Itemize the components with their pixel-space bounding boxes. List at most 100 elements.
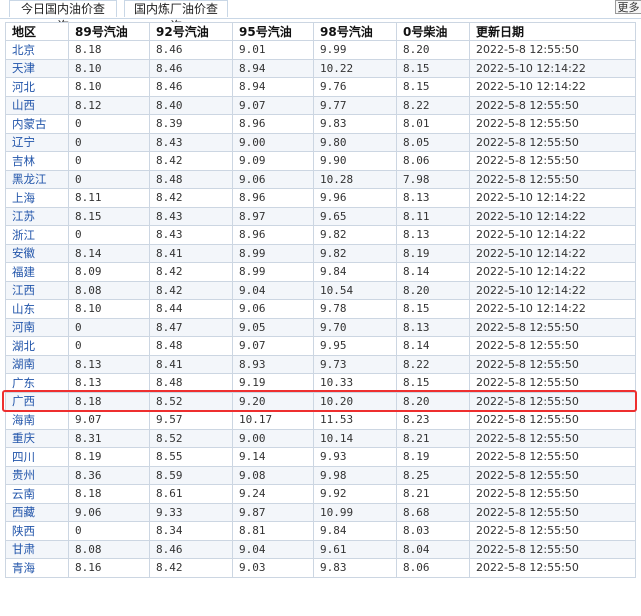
region-cell[interactable]: 陕西 <box>5 521 69 541</box>
region-cell[interactable]: 吉林 <box>5 151 69 171</box>
region-cell[interactable]: 江苏 <box>5 206 69 226</box>
price-89-cell: 8.36 <box>68 465 150 485</box>
price-95-cell: 8.93 <box>232 354 314 374</box>
price-95-cell: 9.00 <box>232 132 314 152</box>
region-cell[interactable]: 湖北 <box>5 336 69 356</box>
region-cell[interactable]: 山东 <box>5 299 69 319</box>
price-92-cell: 8.42 <box>149 262 233 282</box>
region-cell[interactable]: 福建 <box>5 262 69 282</box>
region-cell[interactable]: 山西 <box>5 95 69 115</box>
price-diesel-cell: 8.19 <box>396 447 470 467</box>
price-diesel-cell: 8.15 <box>396 373 470 393</box>
price-92-cell: 8.43 <box>149 206 233 226</box>
region-cell[interactable]: 天津 <box>5 58 69 78</box>
price-98-cell: 10.54 <box>313 280 397 300</box>
price-98-cell: 9.92 <box>313 484 397 504</box>
region-cell[interactable]: 河北 <box>5 77 69 97</box>
price-92-cell: 8.48 <box>149 169 233 189</box>
table-row: 湖北 0 8.48 9.07 9.95 8.14 2022-5-8 12:55:50 <box>5 336 636 356</box>
price-diesel-cell: 8.68 <box>396 502 470 522</box>
price-95-cell: 8.96 <box>232 188 314 208</box>
price-92-cell: 8.55 <box>149 447 233 467</box>
price-89-cell: 8.14 <box>68 243 150 263</box>
tab-domestic-oil-price[interactable]: 今日国内油价查询 <box>9 0 117 33</box>
price-diesel-cell: 8.13 <box>396 225 470 245</box>
region-cell[interactable]: 四川 <box>5 447 69 467</box>
region-cell[interactable]: 北京 <box>5 40 69 60</box>
price-92-cell: 8.42 <box>149 280 233 300</box>
price-92-cell: 8.41 <box>149 354 233 374</box>
price-92-cell: 8.43 <box>149 225 233 245</box>
price-diesel-cell: 8.22 <box>396 354 470 374</box>
price-95-cell: 9.19 <box>232 373 314 393</box>
price-89-cell: 8.08 <box>68 539 150 559</box>
region-cell[interactable]: 江西 <box>5 280 69 300</box>
tab-refinery-oil-price[interactable]: 国内炼厂油价查询 <box>124 0 228 33</box>
table-row: 江苏 8.15 8.43 8.97 9.65 8.11 2022-5-10 12:14:22 <box>5 206 636 226</box>
price-92-cell: 8.46 <box>149 77 233 97</box>
update-date-cell: 2022-5-8 12:55:50 <box>469 336 636 356</box>
price-95-cell: 8.96 <box>232 225 314 245</box>
price-89-cell: 8.08 <box>68 280 150 300</box>
price-92-cell: 8.52 <box>149 391 233 411</box>
price-92-cell: 8.34 <box>149 521 233 541</box>
update-date-cell: 2022-5-8 12:55:50 <box>469 558 636 578</box>
region-cell[interactable]: 黑龙江 <box>5 169 69 189</box>
price-diesel-cell: 8.06 <box>396 151 470 171</box>
region-cell[interactable]: 广西 <box>5 391 69 411</box>
table-row: 山西 8.12 8.40 9.07 9.77 8.22 2022-5-8 12:55:50 <box>5 95 636 115</box>
price-98-cell: 11.53 <box>313 410 397 430</box>
price-89-cell: 0 <box>68 114 150 134</box>
region-cell[interactable]: 西藏 <box>5 502 69 522</box>
region-cell[interactable]: 云南 <box>5 484 69 504</box>
price-98-cell: 9.98 <box>313 465 397 485</box>
price-95-cell: 9.14 <box>232 447 314 467</box>
price-95-cell: 9.03 <box>232 558 314 578</box>
price-95-cell: 8.99 <box>232 243 314 263</box>
more-link[interactable]: 更多 <box>615 0 641 14</box>
price-98-cell: 9.96 <box>313 188 397 208</box>
price-98-cell: 9.93 <box>313 447 397 467</box>
region-cell[interactable]: 上海 <box>5 188 69 208</box>
region-cell[interactable]: 湖南 <box>5 354 69 374</box>
region-cell[interactable]: 安徽 <box>5 243 69 263</box>
update-date-cell: 2022-5-8 12:55:50 <box>469 539 636 559</box>
table-row: 广东 8.13 8.48 9.19 10.33 8.15 2022-5-8 12:55:50 <box>5 373 636 393</box>
price-95-cell: 8.94 <box>232 58 314 78</box>
price-diesel-cell: 8.20 <box>396 391 470 411</box>
update-date-cell: 2022-5-10 12:14:22 <box>469 280 636 300</box>
region-cell[interactable]: 贵州 <box>5 465 69 485</box>
price-diesel-cell: 8.14 <box>396 336 470 356</box>
price-diesel-cell: 8.01 <box>396 114 470 134</box>
update-date-cell: 2022-5-8 12:55:50 <box>469 465 636 485</box>
region-cell[interactable]: 广东 <box>5 373 69 393</box>
region-cell[interactable]: 重庆 <box>5 428 69 448</box>
region-cell[interactable]: 内蒙古 <box>5 114 69 134</box>
region-cell[interactable]: 青海 <box>5 558 69 578</box>
region-cell[interactable]: 辽宁 <box>5 132 69 152</box>
table-row: 黑龙江 0 8.48 9.06 10.28 7.98 2022-5-8 12:55:50 <box>5 169 636 189</box>
price-89-cell: 8.16 <box>68 558 150 578</box>
price-95-cell: 8.94 <box>232 77 314 97</box>
price-92-cell: 8.46 <box>149 58 233 78</box>
price-98-cell: 9.73 <box>313 354 397 374</box>
price-95-cell: 9.05 <box>232 317 314 337</box>
update-date-cell: 2022-5-8 12:55:50 <box>469 132 636 152</box>
price-diesel-cell: 8.14 <box>396 262 470 282</box>
region-cell[interactable]: 甘肃 <box>5 539 69 559</box>
table-row: 海南 9.07 9.57 10.17 11.53 8.23 2022-5-8 12:55:5… <box>5 410 636 430</box>
price-89-cell: 8.18 <box>68 484 150 504</box>
price-98-cell: 10.14 <box>313 428 397 448</box>
region-cell[interactable]: 河南 <box>5 317 69 337</box>
column-header-95: 95号汽油 <box>232 22 314 41</box>
price-89-cell: 8.13 <box>68 373 150 393</box>
price-95-cell: 9.06 <box>232 299 314 319</box>
price-89-cell: 8.09 <box>68 262 150 282</box>
table-row: 重庆 8.31 8.52 9.00 10.14 8.21 2022-5-8 12:55:50 <box>5 428 636 448</box>
price-98-cell: 9.99 <box>313 40 397 60</box>
price-98-cell: 9.95 <box>313 336 397 356</box>
update-date-cell: 2022-5-10 12:14:22 <box>469 58 636 78</box>
region-cell[interactable]: 浙江 <box>5 225 69 245</box>
price-89-cell: 8.19 <box>68 447 150 467</box>
region-cell[interactable]: 海南 <box>5 410 69 430</box>
